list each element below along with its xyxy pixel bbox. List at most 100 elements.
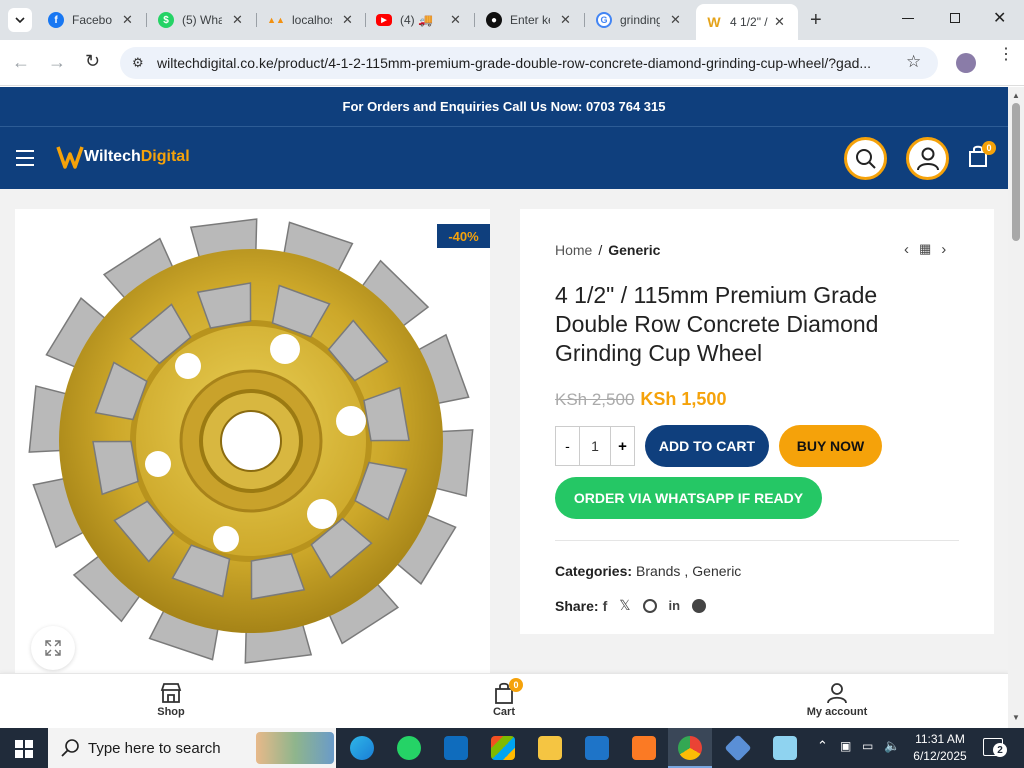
- google-icon: G: [596, 12, 612, 28]
- new-tab-button[interactable]: +: [810, 8, 822, 32]
- bottom-nav-label: Cart: [492, 706, 515, 718]
- browser-tab-github[interactable]: ● Enter key ✕: [486, 8, 571, 32]
- news-app-icon[interactable]: [585, 736, 609, 760]
- wiltech-logo-icon: [56, 146, 84, 169]
- bottom-nav-cart[interactable]: 0 Cart: [454, 678, 554, 718]
- network-icon[interactable]: ▭: [862, 739, 873, 753]
- clock-time: 11:31 AM: [915, 732, 965, 746]
- clock[interactable]: 11:31 AM 6/12/2025: [910, 731, 970, 765]
- mobile-bottom-nav: Shop 0 Cart My account: [0, 673, 1008, 728]
- breadcrumb-current[interactable]: Generic: [608, 242, 660, 258]
- close-tab-icon[interactable]: ✕: [774, 14, 785, 30]
- browser-toolbar: ← → ↻ ⚙ wiltechdigital.co.ke/product/4-1…: [0, 40, 1024, 86]
- close-tab-icon[interactable]: ✕: [122, 12, 133, 28]
- show-hidden-icons[interactable]: ⌃: [817, 738, 828, 754]
- user-icon: [827, 683, 847, 704]
- xampp-icon[interactable]: [632, 736, 656, 760]
- whatsapp-taskbar-icon[interactable]: [397, 736, 421, 760]
- bottom-cart-badge: 0: [509, 678, 523, 692]
- pinterest-share-icon[interactable]: [642, 598, 657, 613]
- profile-avatar[interactable]: [956, 53, 976, 73]
- scroll-up-arrow[interactable]: ▲: [1012, 91, 1020, 100]
- previous-product-icon[interactable]: ‹: [904, 241, 909, 258]
- edge-browser-icon[interactable]: [350, 736, 374, 760]
- taskbar-search-box[interactable]: Type here to search: [48, 728, 336, 768]
- account-button[interactable]: [906, 137, 949, 180]
- quantity-input[interactable]: 1: [580, 427, 610, 465]
- close-tab-icon[interactable]: ✕: [560, 12, 571, 28]
- meet-now-icon[interactable]: ▣: [840, 739, 851, 753]
- tab-title: Facebook: [72, 13, 112, 27]
- microsoft-store-icon[interactable]: [491, 736, 515, 760]
- grid-view-icon[interactable]: ▦: [919, 241, 931, 258]
- scrollbar-thumb[interactable]: [1012, 103, 1020, 241]
- volume-icon[interactable]: 🔈: [884, 738, 900, 754]
- tab-title: Enter key: [510, 13, 550, 27]
- restore-button[interactable]: [950, 13, 960, 23]
- browser-tab-localhost[interactable]: ▲▲ localhost ✕: [267, 8, 353, 32]
- price-block: KSh 2,500 KSh 1,500: [555, 389, 726, 410]
- category-separator: ,: [684, 563, 689, 579]
- x-twitter-share-icon[interactable]: 𝕏: [619, 597, 630, 614]
- close-tab-icon[interactable]: ✕: [232, 12, 243, 28]
- site-header: Wiltech Digital 0: [0, 127, 1008, 189]
- product-image: [28, 218, 474, 664]
- close-tab-icon[interactable]: ✕: [342, 12, 353, 28]
- hamburger-menu-icon[interactable]: [16, 150, 34, 166]
- bookmark-star-icon[interactable]: ☆: [906, 52, 921, 72]
- site-logo[interactable]: Wiltech Digital: [56, 143, 190, 171]
- user-icon: [916, 147, 939, 170]
- browser-tab-youtube[interactable]: ▶ (4) 🚚 ✕: [376, 8, 461, 32]
- facebook-share-icon[interactable]: f: [603, 598, 608, 614]
- close-tab-icon[interactable]: ✕: [670, 12, 681, 28]
- sale-price: KSh 1,500: [640, 389, 727, 409]
- facebook-icon: f: [48, 12, 64, 28]
- zoom-image-button[interactable]: [31, 626, 75, 670]
- back-button[interactable]: ←: [12, 52, 30, 73]
- forward-button[interactable]: →: [48, 52, 66, 73]
- browser-tab-whatsapp[interactable]: $ (5) WhatsApp ✕: [158, 8, 243, 32]
- file-explorer-icon[interactable]: [538, 736, 562, 760]
- bottom-nav-shop[interactable]: Shop: [121, 682, 221, 718]
- notepad-app-icon[interactable]: [773, 736, 797, 760]
- notification-center-button[interactable]: 2: [983, 738, 1007, 757]
- chevron-down-icon: [15, 17, 25, 23]
- tab-title: grinding: [620, 13, 660, 27]
- quantity-plus-button[interactable]: +: [610, 427, 634, 465]
- browser-tab-facebook[interactable]: f Facebook ✕: [48, 8, 133, 32]
- page-scrollbar[interactable]: ▲ ▼: [1008, 87, 1024, 728]
- site-info-icon[interactable]: ⚙: [132, 55, 144, 71]
- browser-menu-icon[interactable]: ⋮: [998, 47, 1014, 63]
- chrome-taskbar-active[interactable]: [668, 728, 712, 768]
- virtualbox-icon[interactable]: [724, 734, 752, 762]
- breadcrumb-separator: /: [598, 242, 603, 258]
- tab-search-button[interactable]: [8, 8, 32, 32]
- bottom-nav-account[interactable]: My account: [787, 682, 887, 718]
- next-product-icon[interactable]: ›: [941, 241, 946, 258]
- quantity-minus-button[interactable]: -: [556, 427, 580, 465]
- browser-tab-active-product[interactable]: W 4 1/2" / 115mm ✕: [696, 4, 798, 40]
- reload-button[interactable]: ↻: [85, 51, 100, 72]
- telegram-share-icon[interactable]: [692, 598, 707, 613]
- header-cart-button[interactable]: 0: [968, 141, 996, 169]
- breadcrumb-home-link[interactable]: Home: [555, 242, 592, 258]
- whatsapp-order-button[interactable]: ORDER VIA WHATSAPP IF READY: [555, 477, 822, 519]
- scroll-down-arrow[interactable]: ▼: [1012, 713, 1020, 722]
- address-bar[interactable]: ⚙ wiltechdigital.co.ke/product/4-1-2-115…: [120, 47, 938, 79]
- browser-tab-google[interactable]: G grinding ✕: [596, 8, 681, 32]
- start-button[interactable]: [15, 740, 33, 758]
- linkedin-share-icon[interactable]: in: [669, 598, 681, 613]
- close-window-button[interactable]: ✕: [993, 8, 1006, 28]
- search-button[interactable]: [844, 137, 887, 180]
- close-tab-icon[interactable]: ✕: [450, 12, 461, 28]
- url-text[interactable]: wiltechdigital.co.ke/product/4-1-2-115mm…: [157, 55, 897, 71]
- breadcrumb: Home / Generic: [555, 242, 660, 258]
- buy-now-button[interactable]: BUY NOW: [779, 425, 882, 467]
- outlook-icon[interactable]: [444, 736, 468, 760]
- tab-title: localhost: [292, 13, 332, 27]
- category-link-generic[interactable]: Generic: [692, 563, 741, 579]
- tab-title: (4) 🚚: [400, 13, 433, 27]
- minimize-button[interactable]: [902, 18, 914, 19]
- add-to-cart-button[interactable]: ADD TO CART: [645, 425, 769, 467]
- category-link-brands[interactable]: Brands: [636, 563, 680, 579]
